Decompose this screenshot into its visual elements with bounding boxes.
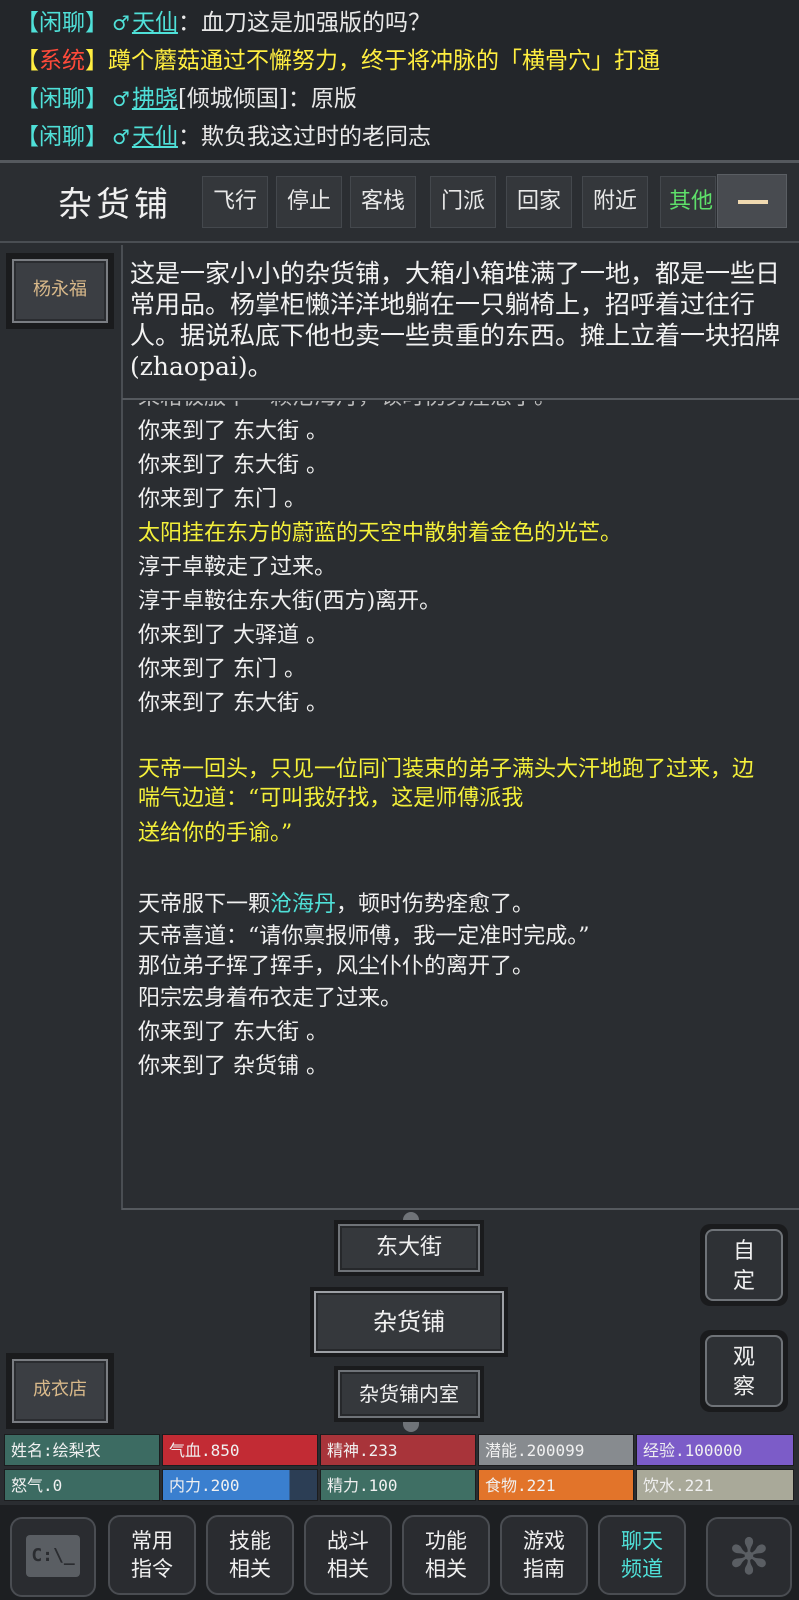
log-divider xyxy=(122,1208,799,1210)
log-line: 淳于卓鞍往东大街(西方)离开。 xyxy=(138,589,442,614)
nav-home-button[interactable]: 回家 xyxy=(506,176,572,228)
male-icon: ♂ xyxy=(112,125,130,149)
npc-label: 杨永福 xyxy=(12,259,108,323)
chat-username[interactable]: 天仙 xyxy=(132,124,178,150)
log-line: 你来到了 东大街 。 xyxy=(138,691,328,716)
item-link[interactable]: 沧海丹 xyxy=(270,892,336,917)
user-title: [倾城倾国] xyxy=(177,86,288,112)
stat-spirit: 精神.233 xyxy=(320,1434,476,1466)
chat-panel[interactable]: 【闲聊】 ♂天仙：血刀这是加强版的吗？ 【系统】蹲个蘑菇通过不懈努力，终于将冲脉的… xyxy=(0,0,799,162)
log-line: 你来到了 东大街 。 xyxy=(138,419,328,444)
log-line: 阳宗宏身着布衣走了过来。 xyxy=(138,986,403,1011)
room-title: 杂货铺 xyxy=(58,185,172,225)
observe-label: 观察 xyxy=(705,1335,783,1407)
stat-food: 食物.221 xyxy=(478,1469,634,1501)
log-line: 你来到了 东大街 。 xyxy=(138,1020,328,1045)
chat-line: 【闲聊】 ♂拂晓[倾城倾国]：原版 xyxy=(16,86,357,112)
stat-hp: 气血.850 xyxy=(162,1434,318,1466)
stat-energy: 精力.100 xyxy=(320,1469,476,1501)
nav-other-button[interactable]: 其他 xyxy=(660,176,716,228)
npc-yangyongfu-button[interactable]: 杨永福 xyxy=(6,253,114,329)
exit-connector xyxy=(403,1422,419,1432)
log-spacer xyxy=(138,848,788,888)
channel-tag: 【闲聊】 xyxy=(16,124,108,150)
chat-line: 【系统】蹲个蘑菇通过不懈努力，终于将冲脉的「横骨穴」打通 xyxy=(16,42,799,80)
observe-button[interactable]: 观察 xyxy=(700,1330,788,1412)
functions-button[interactable]: 功能 相关 xyxy=(402,1515,490,1595)
stats-panel: 姓名:绘梨衣 气血.850 精神.233 潜能.200099 经验.100000… xyxy=(0,1434,799,1504)
bottom-menu: C:\_ 常用 指令 技能 相关 战斗 相关 功能 相关 游戏 指南 聊天 频道 ✻ xyxy=(0,1505,799,1600)
room-header: 杂货铺 飞行 停止 客栈 门派 回家 附近 其他 xyxy=(0,163,799,243)
chat-message: 原版 xyxy=(310,86,357,112)
stat-name: 姓名:绘梨衣 xyxy=(4,1434,160,1466)
log-line: 淳于卓鞍走了过来。 xyxy=(138,555,337,580)
stat-rage: 怒气.0 xyxy=(4,1469,160,1501)
log-line: 太阳挂在东方的蔚蓝的天空中散射着金色的光芒。 xyxy=(138,521,623,546)
nav-sect-button[interactable]: 门派 xyxy=(430,176,496,228)
chat-line: 【闲聊】 ♂天仙：欺负我这过时的老同志 xyxy=(16,124,431,150)
log-line: 你来到了 大驿道 。 xyxy=(138,623,328,648)
exit-label: 东大街 xyxy=(338,1224,480,1272)
nav-stop-button[interactable]: 停止 xyxy=(276,176,342,228)
chat-message: 血刀这是加强版的吗？ xyxy=(200,10,431,36)
game-guide-button[interactable]: 游戏 指南 xyxy=(500,1515,588,1595)
nav-inn-button[interactable]: 客栈 xyxy=(350,176,416,228)
description-divider xyxy=(122,398,799,400)
chat-username[interactable]: 天仙 xyxy=(132,10,178,36)
npc-label: 成衣店 xyxy=(12,1359,108,1423)
stat-experience: 经验.100000 xyxy=(636,1434,794,1466)
log-line: 送给你的手谕。” xyxy=(138,821,293,846)
room-description: 这是一家小小的杂货铺，大箱小箱堆满了一地，都是一些日常用品。杨掌柜懒洋洋地躺在一… xyxy=(130,259,781,381)
skills-button[interactable]: 技能 相关 xyxy=(206,1515,294,1595)
exit-label: 杂货铺 xyxy=(314,1291,504,1353)
log-line: 你来到了 东门 。 xyxy=(138,487,306,512)
log-line: 天帝服下一颗沧海丹，顿时伤势痊愈了。 xyxy=(138,892,535,917)
chat-username[interactable]: 拂晓 xyxy=(132,86,178,112)
nav-nearby-button[interactable]: 附近 xyxy=(582,176,648,228)
common-commands-button[interactable]: 常用 指令 xyxy=(108,1515,196,1595)
exit-label: 杂货铺内室 xyxy=(338,1370,480,1418)
left-divider xyxy=(121,245,123,1210)
chat-line: 【闲聊】 ♂天仙：血刀这是加强版的吗？ xyxy=(16,10,431,36)
log-spacer xyxy=(138,721,788,755)
settings-icon[interactable]: ✻ xyxy=(706,1517,792,1597)
minus-icon xyxy=(738,200,768,204)
log-line: 果箱极服下一颗沧海丹，顿时伤势痊愈了。 xyxy=(138,401,788,415)
male-icon: ♂ xyxy=(112,87,130,111)
log-line: 你来到了 杂货铺 。 xyxy=(138,1054,328,1079)
npc-clothing-shop-button[interactable]: 成衣店 xyxy=(6,1353,114,1429)
stat-internal-force: 内力.200 xyxy=(162,1469,318,1501)
terminal-icon: C:\_ xyxy=(26,1535,80,1577)
chat-message: 蹲个蘑菇通过不懈努力，终于将冲脉的「横骨穴」打通 xyxy=(108,48,660,74)
male-icon: ♂ xyxy=(112,11,130,35)
log-line: 天帝一回头，只见一位同门装束的弟子满头大汗地跑了过来，边喘气边道：“可叫我好找，… xyxy=(138,757,755,811)
exit-current-button[interactable]: 杂货铺 xyxy=(310,1287,508,1357)
message-log[interactable]: 果箱极服下一颗沧海丹，顿时伤势痊愈了。 你来到了 东大街 。 你来到了 东大街 … xyxy=(138,401,788,1201)
nav-fly-button[interactable]: 飞行 xyxy=(202,176,268,228)
log-line: 你来到了 东门 。 xyxy=(138,657,306,682)
log-line: 你来到了 东大街 。 xyxy=(138,453,328,478)
channel-tag: 【系统】 xyxy=(16,48,108,74)
channel-tag: 【闲聊】 xyxy=(16,10,108,36)
log-line: 那位弟子挥了挥手，风尘仆仆的离开了。 xyxy=(138,954,535,979)
custom-label: 自定 xyxy=(705,1229,783,1301)
log-line: 天帝喜道：“请你禀报师傅，我一定准时完成。” xyxy=(138,924,590,949)
stat-potential: 潜能.200099 xyxy=(478,1434,634,1466)
chat-channel-button[interactable]: 聊天 频道 xyxy=(598,1515,686,1595)
command-line-button[interactable]: C:\_ xyxy=(10,1517,96,1597)
collapse-button[interactable] xyxy=(717,174,787,228)
left-column xyxy=(0,245,122,1435)
chat-message: 欺负我这过时的老同志 xyxy=(200,124,431,150)
exit-north-button[interactable]: 东大街 xyxy=(334,1220,484,1276)
stat-water: 饮水.221 xyxy=(636,1469,794,1501)
exit-south-button[interactable]: 杂货铺内室 xyxy=(334,1366,484,1422)
combat-button[interactable]: 战斗 相关 xyxy=(304,1515,392,1595)
custom-button[interactable]: 自定 xyxy=(700,1224,788,1306)
channel-tag: 【闲聊】 xyxy=(16,86,108,112)
